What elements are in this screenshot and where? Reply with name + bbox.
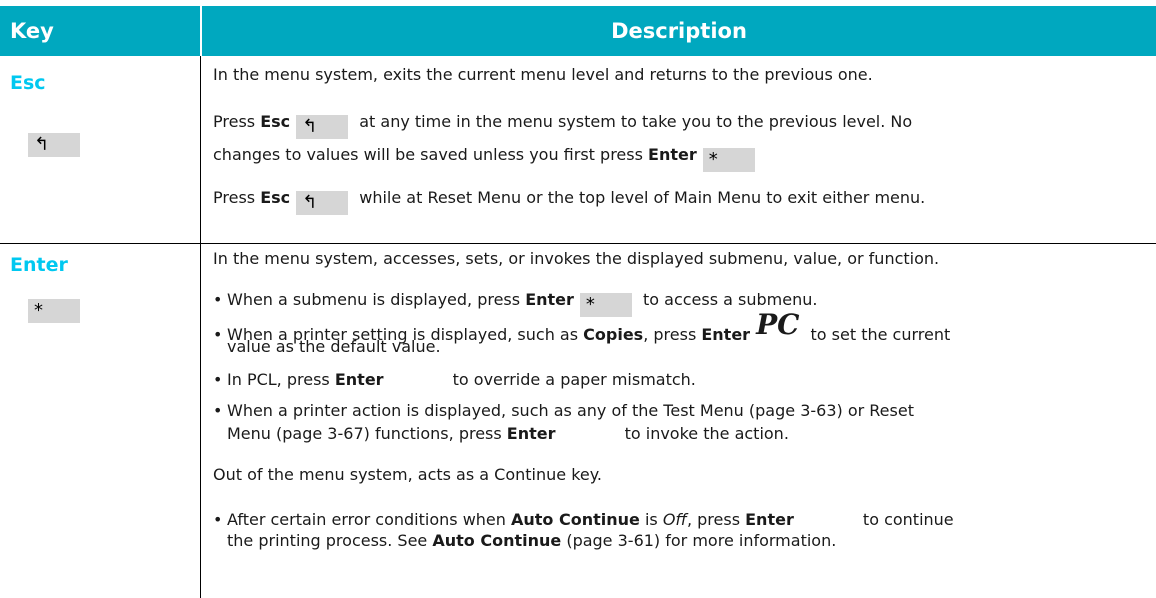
esc-intro: In the menu system, exits the current me…: [213, 65, 873, 84]
enter-bullet-4: • When a printer action is displayed, suc…: [213, 401, 914, 420]
enter-bullet-5: • After certain error conditions when Aut…: [213, 510, 954, 529]
esc-inline-keycap-icon: ↰: [296, 191, 349, 215]
row-divider: [0, 243, 1156, 244]
esc-key-name: Esc: [10, 72, 46, 94]
enter-continue-text: Out of the menu system, acts as a Contin…: [213, 465, 603, 484]
key-description-table: Key Description Esc ↰ In the menu system…: [0, 0, 1156, 598]
enter-bullet-5-line-2: the printing process. See Auto Continue …: [227, 531, 837, 550]
enter-bullet-3: • In PCL, press Enter to override a paper…: [213, 370, 696, 389]
enter-bullet-4-line-2: Menu (page 3-67) functions, press Enter …: [227, 424, 789, 443]
enter-intro: In the menu system, accesses, sets, or i…: [213, 249, 940, 268]
esc-paragraph-2: Press Esc ↰ at any time in the menu syste…: [213, 112, 913, 139]
enter-inline-keycap-icon: *: [702, 148, 755, 172]
column-divider: [200, 56, 201, 598]
esc-paragraph-3: Press Esc ↰ while at Reset Menu or the to…: [213, 188, 926, 215]
esc-paragraph-2-line-2: changes to values will be saved unless y…: [213, 144, 1143, 172]
enter-bullet-1: • When a submenu is displayed, press Ente…: [213, 290, 818, 317]
header-key: Key: [0, 6, 200, 56]
pc-icon: PC: [756, 308, 800, 341]
esc-inline-keycap-icon: ↰: [296, 115, 349, 139]
header-description: Description: [202, 6, 1156, 56]
esc-keycap-icon: ↰: [28, 133, 80, 157]
enter-bullet-2-line-2: value as the default value.: [227, 337, 441, 356]
enter-keycap-icon: *: [28, 299, 80, 323]
enter-key-name: Enter: [10, 254, 68, 276]
